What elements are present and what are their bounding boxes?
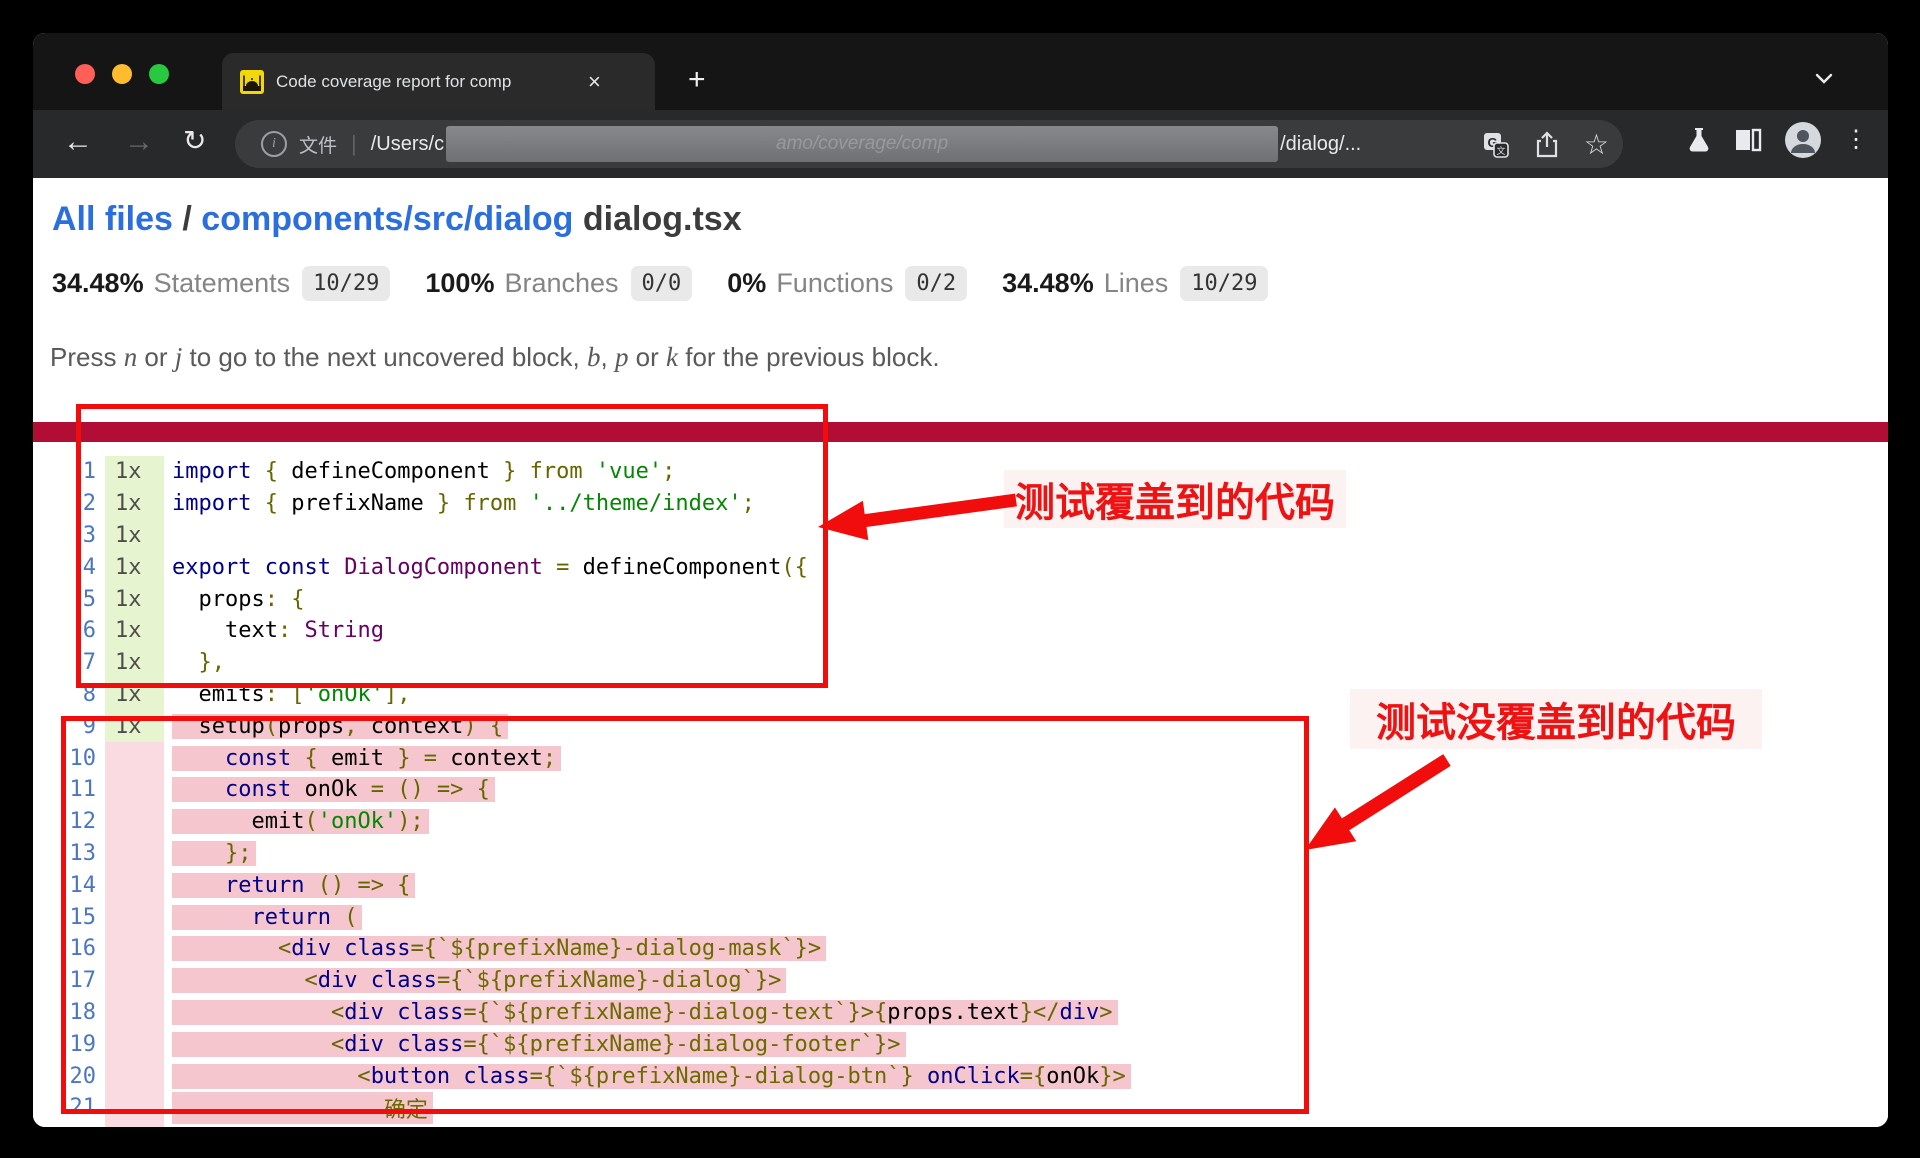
stat-percentage: 34.48% [1002, 268, 1094, 299]
traffic-light-close[interactable] [75, 64, 95, 84]
breadcrumb-folder-link[interactable]: components/src/dialog [201, 200, 573, 238]
coverage-stats: 34.48% Statements 10/29 100% Branches 0/0 0% Fu… [52, 266, 1303, 301]
url-separator: | [351, 131, 357, 157]
back-button[interactable]: ← [63, 122, 93, 161]
covered-code-annotation-box [76, 404, 828, 688]
tab-title: Code coverage report for comp [276, 72, 586, 92]
profile-avatar[interactable] [1784, 121, 1822, 159]
file-scheme-label: 文件 [299, 131, 337, 158]
bookmark-star-icon[interactable]: ☆ [1584, 131, 1609, 159]
url-suffix: /dialog/... [1280, 133, 1361, 156]
code-text [172, 1124, 296, 1127]
new-tab-button[interactable]: + [688, 65, 706, 95]
translate-icon[interactable]: G 文 [1482, 131, 1510, 159]
url-prefix: /Users/c [371, 133, 444, 156]
stat-label: Functions [776, 268, 893, 299]
browser-menu-icon[interactable]: ⋮ [1844, 128, 1868, 152]
tab-strip: Code coverage report for comp × + [33, 33, 1888, 110]
execution-count [105, 1124, 164, 1127]
breadcrumb-all-files-link[interactable]: All files [52, 200, 173, 238]
stat-fraction-badge: 0/2 [905, 266, 967, 301]
forward-button[interactable]: → [124, 122, 154, 161]
coverage-stat: 100% Branches 0/0 [425, 266, 692, 301]
traffic-light-zoom[interactable] [149, 64, 169, 84]
traffic-light-minimize[interactable] [112, 64, 132, 84]
address-bar[interactable]: i 文件 | /Users/c amo/coverage/comp /dialo… [235, 120, 1623, 168]
coverage-stat: 0% Functions 0/2 [727, 266, 967, 301]
covered-code-annotation-label: 测试覆盖到的代码 [1004, 470, 1346, 528]
share-icon[interactable] [1534, 131, 1560, 159]
side-panel-icon[interactable] [1734, 127, 1762, 153]
flask-extension-icon[interactable] [1686, 126, 1712, 154]
uncovered-code-annotation-box [61, 716, 1309, 1114]
keyboard-hint: Press n or j to go to the next uncovered… [50, 342, 940, 373]
tab-close-icon[interactable]: × [588, 71, 601, 93]
tab-search-chevron-icon[interactable] [1815, 73, 1833, 84]
screenshot-root: Code coverage report for comp × + ← → ↻ … [0, 0, 1920, 1158]
coverage-stat: 34.48% Statements 10/29 [52, 266, 390, 301]
stat-fraction-badge: 10/29 [1180, 266, 1268, 301]
browser-tab[interactable]: Code coverage report for comp × [222, 53, 655, 110]
stat-percentage: 34.48% [52, 268, 144, 299]
browser-toolbar: ← → ↻ i 文件 | /Users/c amo/coverage/comp … [33, 110, 1888, 178]
reload-button[interactable]: ↻ [183, 123, 206, 159]
page-info-icon[interactable]: i [261, 131, 287, 157]
stat-fraction-badge: 10/29 [302, 266, 390, 301]
stat-label: Lines [1104, 268, 1169, 299]
coverage-stat: 34.48% Lines 10/29 [1002, 266, 1268, 301]
code-line-row [33, 1124, 1888, 1127]
url-redacted-region: amo/coverage/comp [446, 126, 1278, 162]
stat-fraction-badge: 0/0 [631, 266, 693, 301]
stat-label: Branches [504, 268, 618, 299]
uncovered-code-annotation-label: 测试没覆盖到的代码 [1350, 689, 1762, 749]
breadcrumb-current-file: dialog.tsx [573, 200, 741, 238]
svg-text:文: 文 [1496, 145, 1505, 156]
breadcrumb-separator: / [173, 200, 201, 238]
stat-percentage: 100% [425, 268, 494, 299]
stat-label: Statements [154, 268, 291, 299]
coverage-favicon-icon [240, 70, 264, 94]
stat-percentage: 0% [727, 268, 766, 299]
breadcrumb: All files / components/src/dialog dialog… [52, 200, 742, 239]
